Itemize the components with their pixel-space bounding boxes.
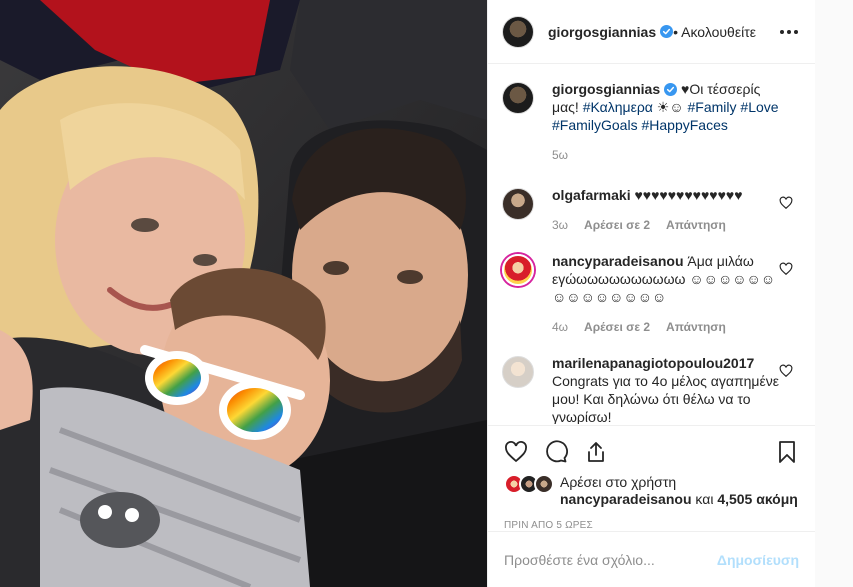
page-gutter: [815, 0, 853, 587]
comment-meta: 4ω Αρέσει σε 2 Απάντηση: [552, 318, 781, 336]
caption-emojis: ☀☺: [652, 99, 688, 115]
hashtag-happyfaces[interactable]: #HappyFaces: [641, 117, 727, 133]
comment-item: marilenapanagiotopoulou2017 Congrats για…: [502, 354, 799, 424]
hashtag-family[interactable]: #Family: [688, 99, 737, 115]
reply-button[interactable]: Απάντηση: [666, 216, 726, 234]
verified-badge-icon: [664, 83, 678, 96]
comments-list: giorgosgiannias ♥Οι τέσσερίς μας! #Καλημ…: [488, 64, 815, 424]
bookmark-icon[interactable]: [775, 440, 799, 464]
comment-username[interactable]: olgafarmaki: [552, 187, 631, 203]
comment-icon[interactable]: [544, 440, 568, 464]
likes-count[interactable]: 4,505 ακόμη: [717, 491, 798, 507]
comment-text: Congrats για το 4ο μέλος αγαπημένε μου! …: [552, 373, 779, 424]
likes-prefix: Αρέσει στο χρήστη: [560, 474, 677, 490]
comment-username[interactable]: nancyparadeisanou: [552, 253, 684, 269]
comment-text: ♥♥♥♥♥♥♥♥♥♥♥♥♥: [630, 187, 743, 203]
hashtag-familygoals[interactable]: #FamilyGoals: [552, 117, 638, 133]
action-icons: [504, 426, 799, 478]
heart-icon[interactable]: [779, 262, 793, 276]
liker-avatars[interactable]: [504, 474, 556, 496]
verified-badge-icon: [660, 25, 674, 38]
heart-icon[interactable]: [779, 364, 793, 378]
more-options-icon[interactable]: [777, 20, 801, 44]
post-comment-button[interactable]: Δημοσίευση: [717, 552, 799, 568]
heart-icon[interactable]: [779, 196, 793, 210]
caption-meta: 5ω: [552, 146, 781, 164]
caption-age[interactable]: 5ω: [552, 146, 568, 164]
hashtag-kalimera[interactable]: #Καλημερα: [583, 99, 653, 115]
comment-body: nancyparadeisanou Άμα μιλάω εγώωωωωωωωωω…: [552, 252, 799, 336]
author-avatar[interactable]: [502, 15, 534, 48]
commenter-avatar[interactable]: [502, 254, 534, 286]
comment-age[interactable]: 4ω: [552, 318, 568, 336]
comment-meta: 3ω Αρέσει σε 2 Απάντηση: [552, 216, 781, 234]
reply-button[interactable]: Απάντηση: [666, 318, 726, 336]
liker-username[interactable]: nancyparadeisanou: [560, 491, 692, 507]
likes-text: Αρέσει στο χρήστη nancyparadeisanou και …: [560, 474, 798, 508]
likes-summary: Αρέσει στο χρήστη nancyparadeisanou και …: [504, 474, 799, 508]
comment-age[interactable]: 3ω: [552, 216, 568, 234]
caption-avatar[interactable]: [502, 82, 534, 114]
add-comment-bar: Δημοσίευση: [488, 531, 815, 587]
commenter-avatar[interactable]: [502, 356, 534, 388]
post-timestamp[interactable]: ΠΡΙΝ ΑΠΟ 5 ΩΡΕΣ: [504, 520, 799, 531]
likes-and: και: [691, 491, 718, 507]
comment-username[interactable]: marilenapanagiotopoulou2017: [552, 355, 754, 371]
comment-body: olgafarmaki ♥♥♥♥♥♥♥♥♥♥♥♥♥ 3ω Αρέσει σε 2…: [552, 186, 799, 234]
caption-body: giorgosgiannias ♥Οι τέσσερίς μας! #Καλημ…: [552, 80, 799, 164]
share-icon[interactable]: [584, 440, 608, 464]
comment-input[interactable]: [504, 551, 717, 568]
caption: giorgosgiannias ♥Οι τέσσερίς μας! #Καλημ…: [502, 80, 799, 164]
family-selfie-image: [0, 0, 487, 587]
post-sidebar: giorgosgiannias • Ακολουθείτε giorgosgia…: [487, 0, 815, 587]
post-photo[interactable]: [0, 0, 487, 587]
following-status[interactable]: • Ακολουθείτε: [673, 24, 756, 40]
commenter-avatar[interactable]: [502, 188, 534, 220]
comment-likes[interactable]: Αρέσει σε 2: [584, 318, 650, 336]
heart-icon[interactable]: [504, 440, 528, 464]
post-header: giorgosgiannias • Ακολουθείτε: [488, 0, 815, 64]
comment-item: nancyparadeisanou Άμα μιλάω εγώωωωωωωωωω…: [502, 252, 799, 336]
instagram-post: giorgosgiannias • Ακολουθείτε giorgosgia…: [0, 0, 853, 587]
hashtag-love[interactable]: #Love: [740, 99, 778, 115]
comment-likes[interactable]: Αρέσει σε 2: [584, 216, 650, 234]
author-username[interactable]: giorgosgiannias: [548, 24, 656, 40]
caption-username[interactable]: giorgosgiannias: [552, 81, 660, 97]
comment-body: marilenapanagiotopoulou2017 Congrats για…: [552, 354, 799, 424]
comment-item: olgafarmaki ♥♥♥♥♥♥♥♥♥♥♥♥♥ 3ω Αρέσει σε 2…: [502, 186, 799, 234]
post-actions: Αρέσει στο χρήστη nancyparadeisanou και …: [488, 425, 815, 531]
